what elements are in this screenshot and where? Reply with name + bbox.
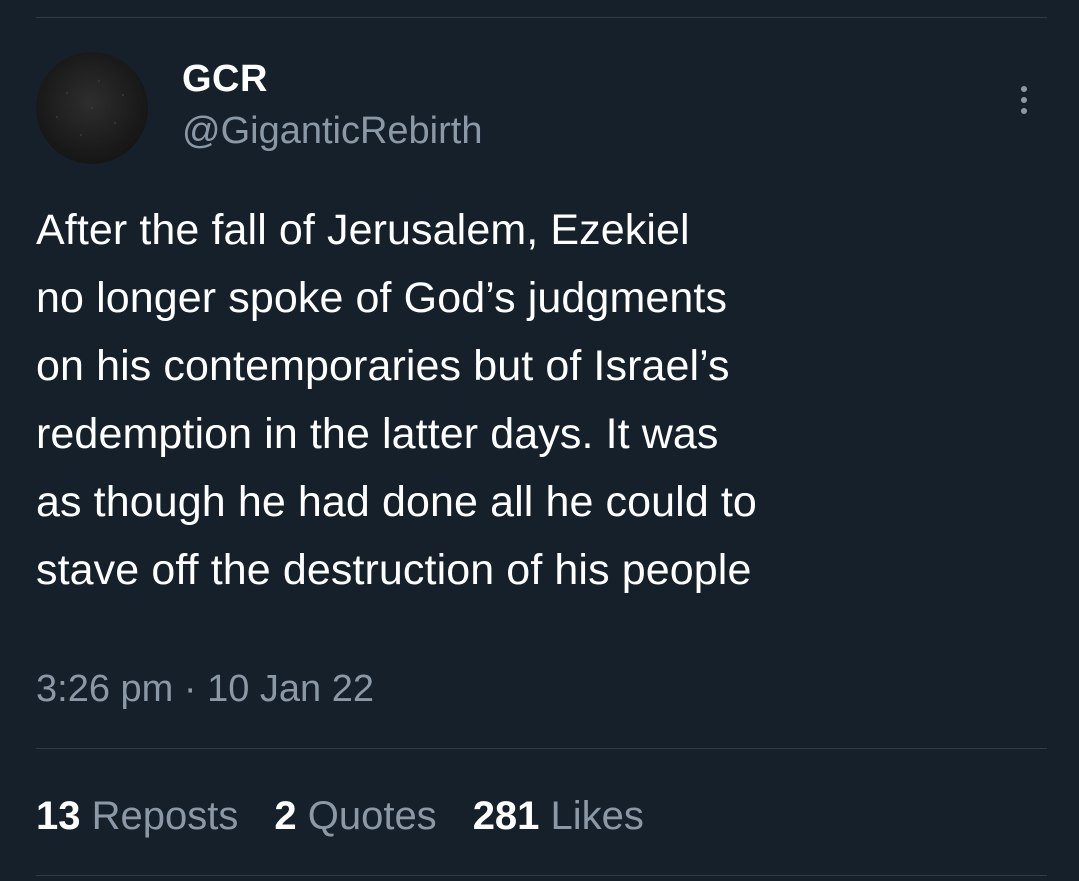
reposts-stat[interactable]: 13 Reposts xyxy=(36,790,238,842)
engagement-stats: 13 Reposts 2 Quotes 281 Likes xyxy=(36,790,680,842)
reposts-count: 13 xyxy=(36,794,92,838)
tweet-header: GCR @GiganticRebirth xyxy=(36,52,1047,168)
top-divider xyxy=(36,17,1047,18)
likes-label: Likes xyxy=(550,794,644,838)
stats-divider xyxy=(36,748,1047,749)
user-info: GCR @GiganticRebirth xyxy=(182,56,482,154)
more-options-button[interactable] xyxy=(1009,80,1039,120)
quotes-stat[interactable]: 2 Quotes xyxy=(274,790,436,842)
more-vertical-icon-dot xyxy=(1021,97,1027,103)
bottom-divider xyxy=(36,875,1047,876)
likes-count: 281 xyxy=(472,794,551,838)
user-handle[interactable]: @GiganticRebirth xyxy=(182,108,482,154)
quotes-label: Quotes xyxy=(307,794,437,838)
tweet-timestamp[interactable]: 3:26 pm · 10 Jan 22 xyxy=(36,664,374,714)
reposts-label: Reposts xyxy=(91,794,239,838)
more-vertical-icon-dot xyxy=(1021,108,1027,114)
avatar[interactable] xyxy=(36,52,148,164)
display-name[interactable]: GCR xyxy=(182,56,482,102)
more-vertical-icon xyxy=(1021,86,1027,92)
likes-stat[interactable]: 281 Likes xyxy=(473,790,644,842)
quotes-count: 2 xyxy=(274,794,308,838)
tweet-text: After the fall of Jerusalem, Ezekiel no … xyxy=(36,206,757,594)
